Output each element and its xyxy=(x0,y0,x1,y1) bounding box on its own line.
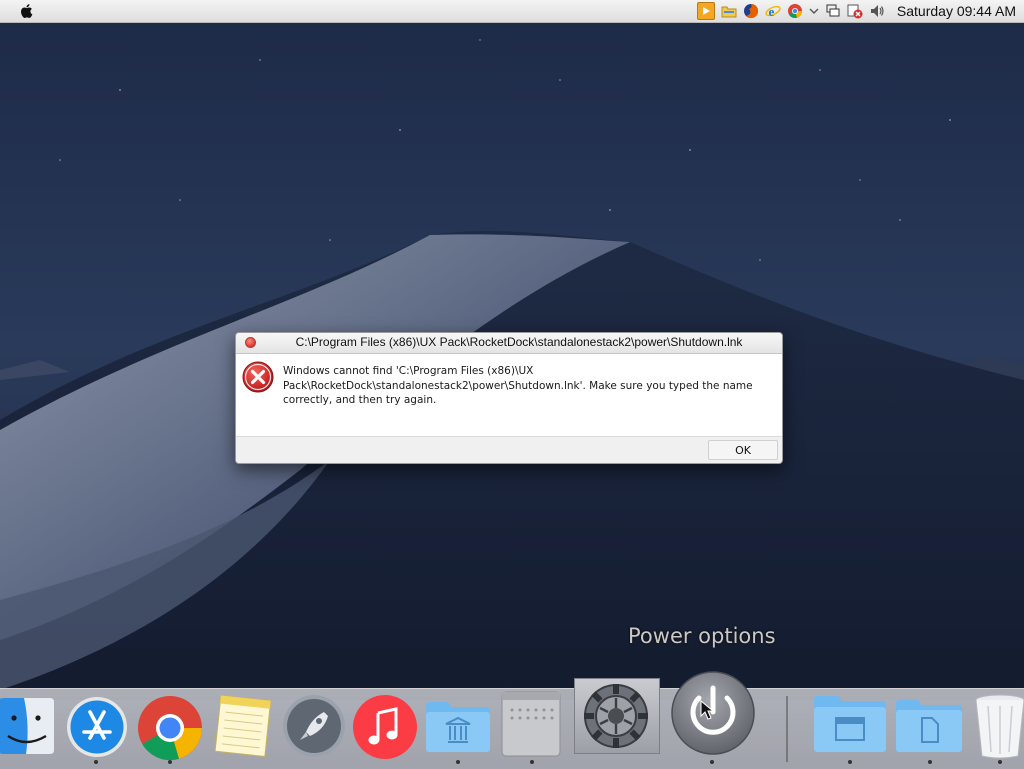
music-icon[interactable] xyxy=(352,694,418,760)
message-line: Pack\RocketDock\standalonestack2\power\S… xyxy=(283,379,753,392)
network-icon[interactable] xyxy=(825,3,841,19)
applications-folder-icon[interactable] xyxy=(424,698,492,754)
menu-bar: e Saturday 09:44 AM xyxy=(0,0,1024,23)
mouse-cursor-icon xyxy=(700,700,714,720)
folder-icon[interactable] xyxy=(721,3,737,19)
chrome-icon[interactable] xyxy=(787,3,803,19)
dialog-message: Windows cannot find 'C:\Program Files (x… xyxy=(283,364,773,408)
trash-icon[interactable] xyxy=(972,692,1024,760)
dock-separator xyxy=(786,696,788,762)
running-indicator xyxy=(848,760,852,764)
volume-icon[interactable] xyxy=(869,3,885,19)
svg-text:e: e xyxy=(768,4,774,19)
system-preferences-icon[interactable] xyxy=(580,680,652,752)
error-icon xyxy=(242,361,274,393)
apple-icon[interactable] xyxy=(18,2,36,20)
mac-pro-icon[interactable] xyxy=(498,690,564,758)
running-indicator xyxy=(928,760,932,764)
dialog-titlebar[interactable]: C:\Program Files (x86)\UX Pack\RocketDoc… xyxy=(236,333,782,354)
chevron-down-icon[interactable] xyxy=(809,3,819,19)
files-folder-icon[interactable] xyxy=(894,696,964,754)
notes-icon[interactable] xyxy=(212,692,274,758)
documents-folder-icon[interactable] xyxy=(812,692,888,754)
media-player-icon[interactable] xyxy=(696,2,715,20)
message-line: Windows cannot find 'C:\Program Files (x… xyxy=(283,365,534,377)
dialog-body: Windows cannot find 'C:\Program Files (x… xyxy=(236,354,782,436)
finder-icon[interactable] xyxy=(0,696,56,756)
running-indicator xyxy=(530,760,534,764)
running-indicator xyxy=(168,760,172,764)
security-alert-icon[interactable] xyxy=(847,3,863,19)
running-indicator xyxy=(998,760,1002,764)
app-store-icon[interactable] xyxy=(66,696,128,758)
dialog-footer: OK xyxy=(236,436,782,463)
firefox-icon[interactable] xyxy=(743,3,759,19)
running-indicator xyxy=(94,760,98,764)
error-dialog: C:\Program Files (x86)\UX Pack\RocketDoc… xyxy=(235,332,783,464)
chrome-icon[interactable] xyxy=(136,694,204,762)
menu-bar-clock[interactable]: Saturday 09:44 AM xyxy=(897,3,1016,19)
ok-button[interactable]: OK xyxy=(708,440,778,460)
message-line: correctly, and then try again. xyxy=(283,394,437,406)
running-indicator xyxy=(456,760,460,764)
internet-explorer-icon[interactable]: e xyxy=(765,3,781,19)
dock-hover-label: Power options xyxy=(628,624,776,648)
running-indicator xyxy=(710,760,714,764)
system-tray: e Saturday 09:44 AM xyxy=(696,0,1016,22)
dialog-title: C:\Program Files (x86)\UX Pack\RocketDoc… xyxy=(295,335,743,349)
launchpad-icon[interactable] xyxy=(282,694,346,758)
